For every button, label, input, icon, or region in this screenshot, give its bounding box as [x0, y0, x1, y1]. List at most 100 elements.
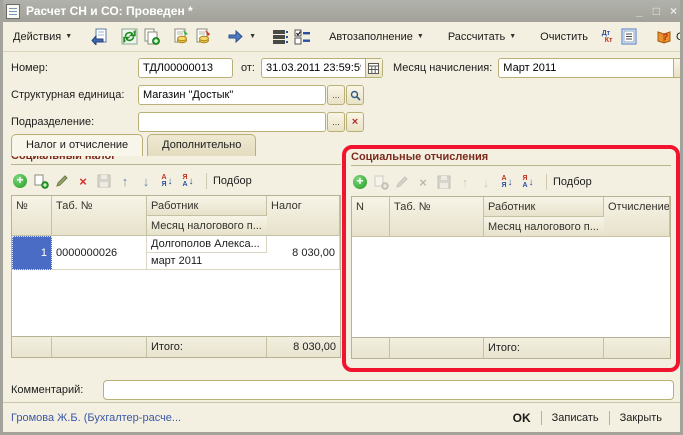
sort-desc-button[interactable]: ЯА ↓ — [519, 173, 537, 191]
tab-tax-and-deduction[interactable]: Налог и отчисление — [11, 134, 143, 156]
ok-button[interactable]: OK — [503, 408, 541, 428]
add-row-button[interactable]: + — [351, 173, 369, 191]
magnifier-icon[interactable] — [346, 85, 364, 105]
actions-menu-button[interactable]: Действия ▼ — [6, 27, 79, 47]
department-field[interactable] — [138, 112, 326, 132]
col-header-tabnum[interactable]: Таб. № — [390, 197, 484, 237]
arrow-down-icon: ↓ — [529, 177, 534, 188]
goto-button[interactable]: ▼ — [223, 25, 260, 48]
col-header-num[interactable]: № — [12, 196, 52, 236]
department-input[interactable] — [139, 116, 325, 128]
chevron-down-icon: ▼ — [249, 33, 256, 40]
write-button[interactable]: Записать — [542, 409, 609, 427]
chevron-down-icon: ▼ — [509, 33, 516, 40]
copy-document-button[interactable] — [141, 27, 161, 47]
col-header-tax[interactable]: Налог — [267, 196, 340, 236]
end-edit-button[interactable] — [435, 173, 453, 191]
chevron-down-icon: ▼ — [65, 33, 72, 40]
total-tax-value: 8 030,00 — [267, 336, 340, 357]
department-select-button[interactable]: ... — [327, 112, 345, 132]
col-header-deduction[interactable]: Отчисление — [604, 197, 670, 237]
dropdown-icon[interactable]: ▼ — [673, 59, 683, 77]
number-field[interactable] — [138, 58, 233, 78]
date-input[interactable] — [262, 62, 365, 74]
month-label: Месяц начисления: — [393, 62, 492, 74]
clear-button[interactable]: Очистить — [533, 27, 595, 47]
svg-text:?: ? — [663, 32, 669, 42]
social-tax-table[interactable]: № Таб. № Работник Налог Месяц налогового… — [11, 195, 341, 358]
minimize-button[interactable]: _ — [636, 4, 643, 18]
delete-x-icon: × — [79, 174, 87, 189]
arrow-down-icon: ↓ — [168, 176, 173, 187]
number-input[interactable] — [139, 62, 232, 74]
arrow-down-icon: ↓ — [189, 176, 194, 187]
move-up-button[interactable]: ↑ — [116, 172, 134, 190]
arrow-down-icon: ↓ — [483, 175, 490, 190]
move-down-button[interactable]: ↓ — [137, 172, 155, 190]
move-up-button[interactable]: ↑ — [456, 173, 474, 191]
col-header-num[interactable]: N — [352, 197, 390, 237]
calculate-button[interactable]: Рассчитать ▼ — [441, 27, 523, 47]
edit-row-button[interactable] — [53, 172, 71, 190]
unit-select-button[interactable]: ... — [327, 85, 345, 105]
title-bar[interactable]: Расчет СН и СО: Проведен * _ □ × — [0, 0, 683, 22]
responsible-user: Громова Ж.Б. (Бухгалтер-расче... — [11, 412, 503, 424]
close-button[interactable]: × — [670, 4, 677, 18]
copy-row-button[interactable] — [32, 172, 50, 190]
row-tabnum-cell[interactable]: 0000000026 — [52, 236, 147, 270]
maximize-button[interactable]: □ — [653, 4, 660, 18]
close-form-button[interactable]: Закрыть — [610, 409, 672, 427]
col-header-taxmonth[interactable]: Месяц налогового п... — [484, 217, 604, 237]
month-field[interactable]: ▼ — [498, 58, 683, 78]
row-taxmonth-cell[interactable]: март 2011 — [147, 253, 267, 270]
reread-document-button[interactable] — [89, 27, 109, 47]
delete-row-button[interactable]: × — [414, 173, 432, 191]
sort-desc-button[interactable]: ЯА ↓ — [179, 172, 197, 190]
total-label: Итого: — [484, 337, 604, 358]
unit-input[interactable] — [139, 89, 325, 101]
tips-book-icon: ? — [656, 29, 672, 45]
total-label: Итого: — [147, 336, 267, 357]
checkbox-list-button[interactable] — [292, 27, 312, 47]
row-employee-cell[interactable]: Долгополов Алекса... — [147, 236, 267, 253]
col-header-tabnum[interactable]: Таб. № — [52, 196, 147, 236]
unpost-document-button[interactable] — [193, 27, 213, 47]
journal-icon[interactable] — [619, 27, 639, 47]
sort-asc-button[interactable]: АЯ ↓ — [158, 172, 176, 190]
col-header-employee[interactable]: Работник — [147, 196, 267, 216]
unit-field[interactable] — [138, 85, 326, 105]
month-input[interactable] — [499, 62, 673, 74]
date-field[interactable] — [261, 58, 383, 78]
autofill-button[interactable]: Автозаполнение ▼ — [322, 27, 431, 47]
pick-button[interactable]: Подбор — [546, 174, 598, 190]
social-deductions-panel: Социальные отчисления + × ↑ ↓ АЯ ↓ — [351, 151, 671, 359]
move-down-button[interactable]: ↓ — [477, 173, 495, 191]
edit-row-button[interactable] — [393, 173, 411, 191]
add-row-button[interactable]: + — [11, 172, 29, 190]
end-edit-button[interactable] — [95, 172, 113, 190]
social-deductions-highlight: Социальные отчисления + × ↑ ↓ АЯ ↓ — [342, 145, 680, 372]
col-header-taxmonth[interactable]: Месяц налогового п... — [147, 216, 267, 236]
post-document-button[interactable] — [171, 27, 191, 47]
comment-field[interactable] — [103, 380, 674, 400]
pick-button[interactable]: Подбор — [206, 173, 258, 189]
chevron-down-icon: ▼ — [417, 33, 424, 40]
delete-row-button[interactable]: × — [74, 172, 92, 190]
row-num-cell[interactable]: 1 — [12, 236, 52, 270]
copy-row-button[interactable] — [372, 173, 390, 191]
row-tax-cell[interactable]: 8 030,00 — [267, 236, 340, 270]
refresh-button[interactable] — [119, 27, 139, 47]
comment-input[interactable] — [104, 384, 673, 396]
col-header-employee[interactable]: Работник — [484, 197, 604, 217]
calendar-icon[interactable] — [365, 59, 382, 77]
dt-kt-postings-icon[interactable]: Дт Кт — [597, 27, 617, 47]
social-deductions-table[interactable]: N Таб. № Работник Отчисление Месяц налог… — [351, 196, 671, 359]
table-row[interactable]: 1 0000000026 Долгополов Алекса... 8 030,… — [12, 236, 340, 270]
department-label: Подразделение: — [11, 116, 138, 128]
sort-asc-button[interactable]: АЯ ↓ — [498, 173, 516, 191]
delete-x-icon: × — [419, 175, 427, 190]
department-clear-button[interactable]: × — [346, 112, 364, 132]
empty-table-body[interactable] — [352, 237, 670, 337]
tips-button[interactable]: ? Советы — [649, 25, 683, 49]
list-settings-button[interactable] — [270, 27, 290, 47]
